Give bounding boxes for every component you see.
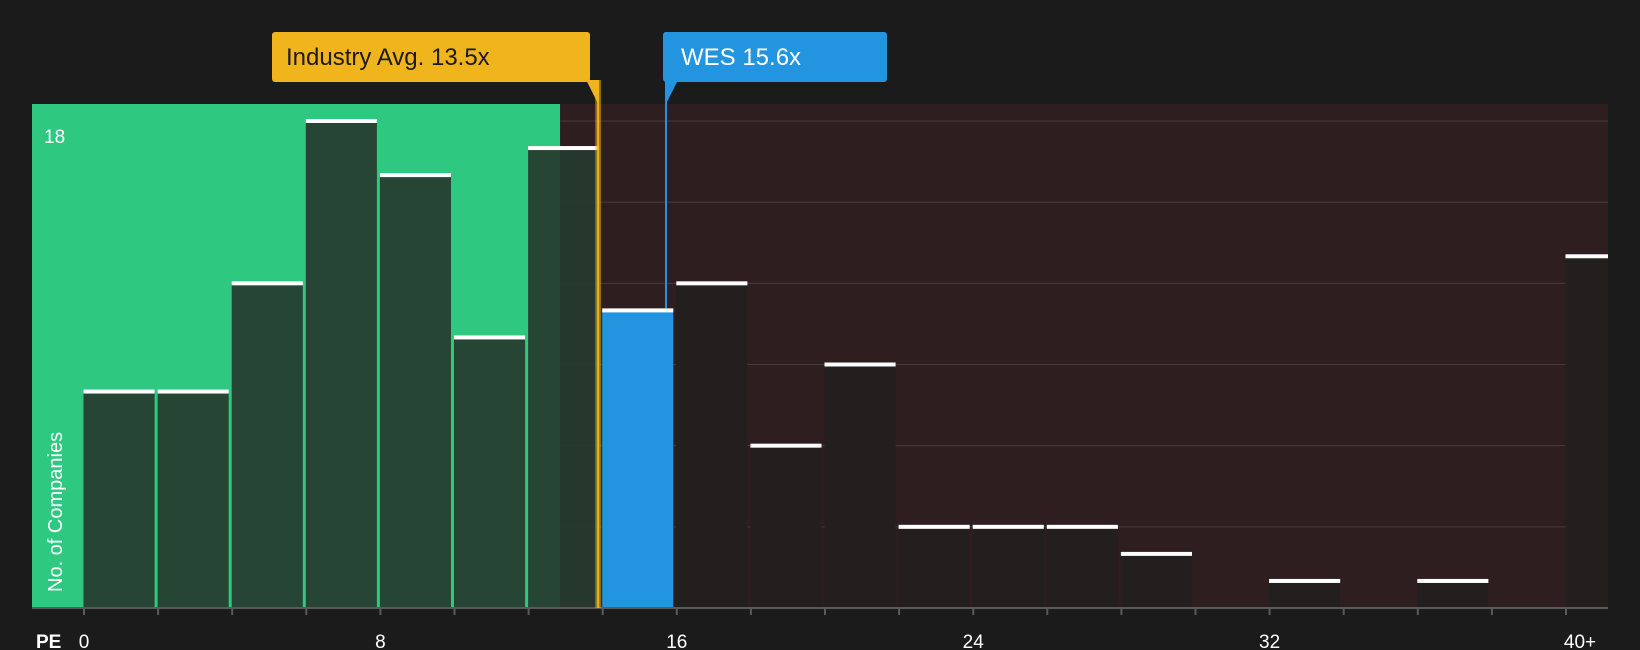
- histogram-bar: [750, 445, 822, 608]
- bar-cap: [379, 173, 451, 178]
- bar-cap: [1269, 578, 1341, 583]
- histogram-bar: [1565, 256, 1608, 608]
- x-tick-label: 40+: [1564, 632, 1596, 650]
- histogram-bar: [157, 391, 229, 608]
- bar-cap: [1046, 524, 1118, 529]
- histogram-bar: [972, 526, 1044, 608]
- bar-cap: [602, 308, 674, 313]
- histogram-bar: [83, 391, 155, 608]
- histogram-bar: [528, 148, 600, 609]
- bar-cap: [1417, 578, 1489, 583]
- histogram-bar: [602, 310, 674, 608]
- bar-cap: [972, 524, 1044, 529]
- x-tick-label: 16: [666, 632, 687, 650]
- bar-cap: [750, 443, 822, 448]
- pe-distribution-chart: 0 8 16 24 32 40+ PE 18 No. of Companies Industry …: [0, 0, 1640, 650]
- chart-canvas: 0 8 16 24 32 40+ PE 18 No. of Companies Industry …: [32, 32, 1608, 650]
- bar-cap: [305, 119, 377, 123]
- histogram-bar: [824, 364, 896, 608]
- x-tick-label: 24: [963, 632, 985, 650]
- x-tick-label: 8: [375, 632, 386, 650]
- bar-cap: [528, 146, 600, 151]
- company-pe-callout-pointer: [665, 80, 678, 104]
- histogram-bar: [454, 337, 526, 608]
- bar-cap: [1120, 551, 1192, 556]
- histogram-bar: [676, 283, 748, 608]
- histogram-bar: [1046, 526, 1118, 608]
- bar-cap: [157, 389, 229, 394]
- histogram-bar: [231, 283, 303, 608]
- bar-cap: [454, 335, 526, 340]
- bar-cap: [83, 389, 155, 394]
- bar-cap: [824, 362, 896, 367]
- industry-avg-callout-pointer: [586, 80, 599, 104]
- bar-cap: [676, 281, 748, 286]
- x-axis-label: PE: [36, 632, 61, 650]
- x-tick-label: 32: [1259, 632, 1280, 650]
- y-tick-label: 18: [44, 127, 65, 148]
- company-pe-label: WES 15.6x: [681, 44, 801, 71]
- y-axis-title: No. of Companies: [45, 432, 67, 592]
- bar-cap: [231, 281, 303, 286]
- histogram-bar: [379, 175, 451, 608]
- histogram-bar: [898, 526, 970, 608]
- x-tick-label: 0: [79, 632, 90, 650]
- bar-cap: [898, 524, 970, 529]
- histogram-bar: [1417, 580, 1489, 608]
- histogram-bar: [1269, 580, 1341, 608]
- histogram-bar: [305, 121, 377, 608]
- industry-avg-label: Industry Avg. 13.5x: [286, 44, 490, 71]
- histogram-bar: [1120, 553, 1192, 608]
- bar-cap: [1565, 254, 1608, 259]
